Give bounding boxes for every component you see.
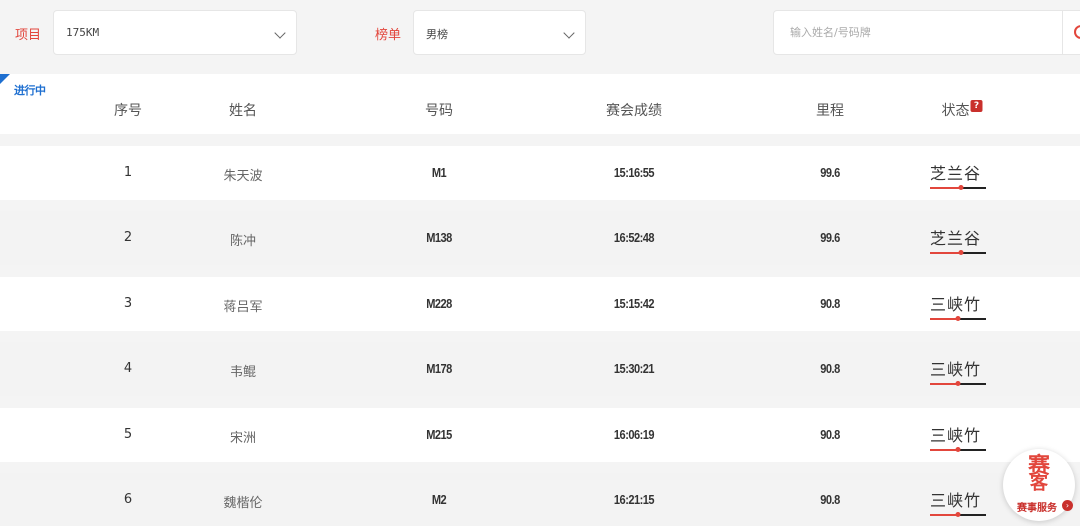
table-row[interactable]: 6 魏楷伦 M2 16:21:15 90.8 三峡竹 <box>0 473 1080 526</box>
progress-fill <box>930 448 958 451</box>
chevron-down-icon <box>274 27 286 39</box>
cell-status: 三峡竹 <box>930 422 986 452</box>
filter-bar: 项目 175KM 榜单 男榜 <box>0 0 1080 66</box>
event-select[interactable]: 175KM <box>53 10 297 55</box>
progress-dot <box>955 446 961 452</box>
progress-fill <box>930 317 958 320</box>
board-filter-label: 榜单 <box>375 28 402 43</box>
cell-bib: M138 <box>426 230 452 245</box>
status-progress-bar <box>930 315 986 321</box>
cell-status: 三峡竹 <box>930 487 986 517</box>
progress-fill <box>930 186 961 189</box>
board-select-value: 男榜 <box>426 28 448 41</box>
cell-name: 蒋吕军 <box>223 299 263 315</box>
cell-name: 韦鲲 <box>229 365 257 380</box>
cell-result: 15:16:55 <box>613 164 655 180</box>
status-progress-bar <box>930 446 986 452</box>
chevron-right-icon: › <box>1062 500 1073 511</box>
cell-status: 芝兰谷 <box>930 225 986 255</box>
cell-status: 芝兰谷 <box>930 160 986 190</box>
live-corner-marker <box>0 74 10 84</box>
header-rank: 序号 <box>114 103 142 119</box>
cell-bib: M1 <box>431 164 447 180</box>
cell-name: 朱天波 <box>223 168 263 184</box>
status-checkpoint: 三峡竹 <box>930 491 982 510</box>
progress-fill <box>930 383 958 385</box>
progress-dot <box>955 512 961 517</box>
search-icon[interactable] <box>1074 25 1080 39</box>
table-row[interactable]: 4 韦鲲 M178 15:30:21 90.8 三峡竹 <box>0 342 1080 396</box>
cell-rank: 6 <box>123 492 133 507</box>
cell-result: 15:30:21 <box>613 361 655 376</box>
cell-result: 16:06:19 <box>613 426 655 442</box>
cell-distance: 90.8 <box>820 361 840 376</box>
service-label: 赛事服务 <box>1017 503 1057 514</box>
table-body: 1 朱天波 M1 15:16:55 99.6 芝兰谷 2 陈冲 M138 16:52:48 99.6… <box>0 145 1080 526</box>
status-checkpoint: 三峡竹 <box>930 425 982 445</box>
cell-name: 陈冲 <box>229 234 257 249</box>
status-checkpoint: 三峡竹 <box>930 360 982 379</box>
cell-name: 宋洲 <box>229 430 257 446</box>
progress-dot <box>955 381 961 386</box>
cell-distance: 99.6 <box>820 230 840 245</box>
table-row[interactable]: 2 陈冲 M138 16:52:48 99.6 芝兰谷 <box>0 211 1080 265</box>
cell-distance: 90.8 <box>820 426 840 442</box>
table-row[interactable]: 5 宋洲 M215 16:06:19 90.8 三峡竹 <box>0 407 1080 462</box>
progress-dot <box>958 184 964 190</box>
cell-bib: M215 <box>426 426 452 442</box>
cell-result: 16:52:48 <box>613 230 655 245</box>
cell-status: 三峡竹 <box>930 291 986 321</box>
cell-bib: M228 <box>426 295 452 311</box>
status-progress-bar <box>930 381 986 386</box>
cell-name: 魏楷伦 <box>223 496 263 511</box>
search-box <box>773 10 1080 55</box>
table-row[interactable]: 1 朱天波 M1 15:16:55 99.6 芝兰谷 <box>0 145 1080 200</box>
chevron-down-icon <box>563 27 575 39</box>
cell-rank: 4 <box>123 361 133 376</box>
search-divider <box>1062 11 1063 54</box>
status-checkpoint: 芝兰谷 <box>930 163 982 183</box>
progress-dot <box>955 315 961 321</box>
cell-rank: 3 <box>123 295 133 311</box>
status-progress-bar <box>930 250 986 255</box>
table-header: 进行中 序号 姓名 号码 赛会成绩 里程 状态? <box>0 74 1080 134</box>
cell-distance: 99.6 <box>820 164 840 180</box>
status-progress-bar <box>930 512 986 517</box>
progress-dot <box>958 250 964 255</box>
cell-bib: M178 <box>426 361 452 376</box>
event-select-value: 175KM <box>66 26 100 39</box>
cell-distance: 90.8 <box>820 492 840 507</box>
cell-rank: 2 <box>123 230 133 245</box>
table-row[interactable]: 3 蒋吕军 M228 15:15:42 90.8 三峡竹 <box>0 276 1080 331</box>
results-table: 进行中 序号 姓名 号码 赛会成绩 里程 状态? 1 朱天波 M1 15:16:55 9… <box>0 74 1080 526</box>
header-status-label: 状态 <box>941 103 970 119</box>
cell-status: 三峡竹 <box>930 356 986 386</box>
header-bib: 号码 <box>425 103 453 119</box>
header-status: 状态? <box>942 100 983 120</box>
cell-result: 16:21:15 <box>613 492 655 507</box>
progress-fill <box>930 514 958 516</box>
search-input[interactable] <box>774 11 1062 54</box>
cell-distance: 90.8 <box>820 295 840 311</box>
board-select[interactable]: 男榜 <box>413 10 586 55</box>
status-checkpoint: 三峡竹 <box>930 294 982 314</box>
progress-fill <box>930 252 961 254</box>
status-checkpoint: 芝兰谷 <box>930 229 982 248</box>
status-progress-bar <box>930 184 986 190</box>
cell-rank: 5 <box>123 426 133 442</box>
cell-result: 15:15:42 <box>613 295 655 311</box>
event-service-button[interactable]: 赛 客 赛事服务 › <box>1003 449 1075 521</box>
live-status-badge: 进行中 <box>14 84 46 97</box>
header-distance: 里程 <box>816 103 844 119</box>
cell-bib: M2 <box>431 492 447 507</box>
header-result: 赛会成绩 <box>606 103 662 119</box>
results-page: 项目 175KM 榜单 男榜 进行中 序号 姓名 号码 赛会成绩 里程 状态? … <box>0 0 1080 526</box>
cell-rank: 1 <box>123 164 133 180</box>
service-logo-bottom: 客 <box>1030 473 1048 494</box>
header-name: 姓名 <box>229 103 257 119</box>
event-filter-label: 项目 <box>15 28 42 43</box>
help-icon[interactable]: ? <box>970 100 983 112</box>
